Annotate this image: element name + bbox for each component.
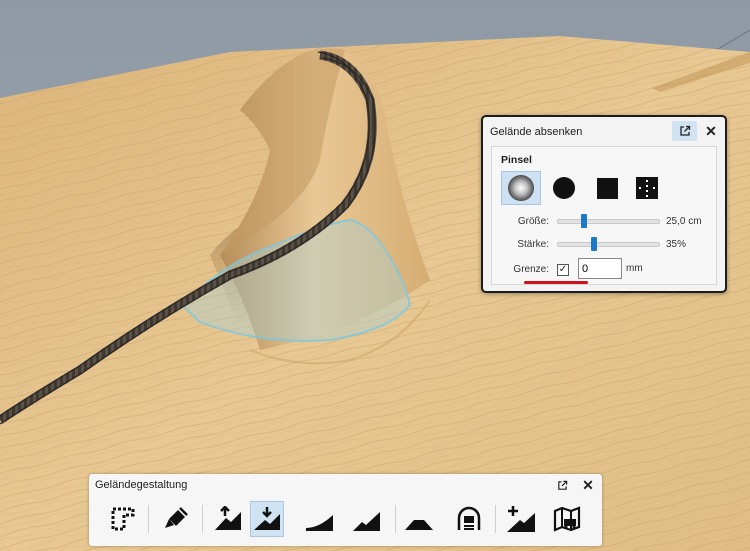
terrain-paint-brush-icon[interactable] <box>159 501 193 537</box>
panel-title: Gelände absenken <box>490 126 583 138</box>
strength-label: Stärke: <box>517 239 549 250</box>
close-icon[interactable]: ✕ <box>580 476 596 494</box>
terrain-raise-icon[interactable] <box>211 501 245 537</box>
brush-group-title: Pinsel <box>501 154 532 166</box>
circle-brush-icon[interactable] <box>544 171 584 205</box>
terrain-outline-tool-icon[interactable] <box>106 501 140 537</box>
strength-slider[interactable] <box>557 237 660 251</box>
popout-icon[interactable] <box>554 477 570 493</box>
terrain-smooth-ramp-icon[interactable] <box>350 501 384 537</box>
terrain-embankment-icon[interactable] <box>402 501 436 537</box>
border-unit: mm <box>626 263 643 274</box>
square-brush-icon[interactable] <box>587 171 627 205</box>
size-value: 25,0 cm <box>666 216 702 227</box>
soft-brush-icon[interactable] <box>501 171 541 205</box>
brush-group: Pinsel Größe: 25,0 cm Stärke: 35% Grenze… <box>491 146 717 285</box>
pattern-brush-icon[interactable] <box>627 171 667 205</box>
terrain-lower-panel: Gelände absenken ✕ Pinsel Größe: 25,0 cm… <box>481 115 727 293</box>
border-label: Grenze: <box>513 264 549 275</box>
toolbar-title: Geländegestaltung <box>95 479 188 491</box>
close-icon[interactable]: ✕ <box>703 122 719 140</box>
size-slider-thumb[interactable] <box>581 214 587 228</box>
terrain-ramp-icon[interactable] <box>303 501 337 537</box>
terrain-map-icon[interactable] <box>550 501 584 537</box>
strength-value: 35% <box>666 239 687 250</box>
add-terrain-icon[interactable] <box>504 501 538 537</box>
popout-icon[interactable] <box>672 121 697 141</box>
border-checkbox[interactable]: ✓ <box>557 264 569 276</box>
terrain-shaping-toolbar: Geländegestaltung ✕ <box>89 474 602 546</box>
size-slider[interactable] <box>557 214 660 228</box>
highlight-underline <box>524 281 588 284</box>
terrain-lower-icon[interactable] <box>250 501 284 537</box>
size-label: Größe: <box>517 216 549 227</box>
border-input[interactable] <box>578 258 622 279</box>
tunnel-portal-icon[interactable] <box>452 501 486 537</box>
strength-slider-thumb[interactable] <box>591 237 597 251</box>
